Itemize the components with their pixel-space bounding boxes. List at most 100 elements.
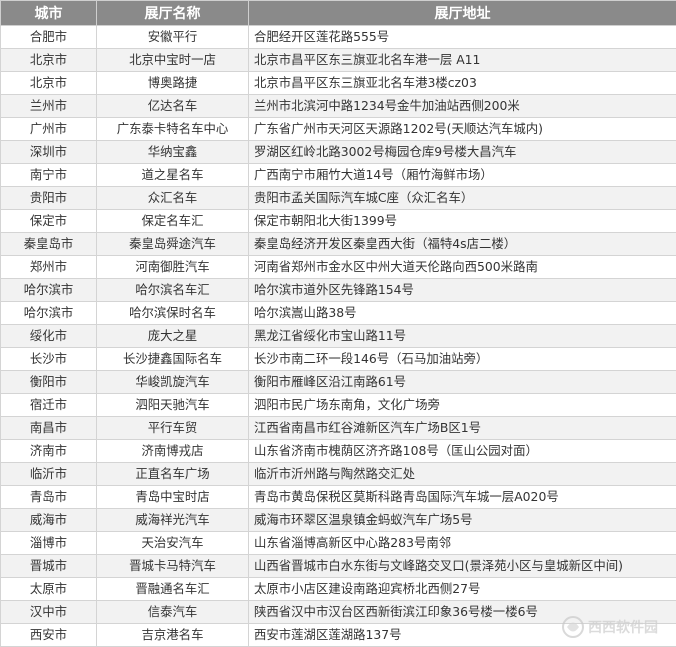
cell-hall-name: 吉京港名车 — [97, 624, 249, 647]
table-row: 贵阳市众汇名车贵阳市孟关国际汽车城C座（众汇名车） — [1, 187, 676, 210]
table-row: 合肥市安徽平行合肥经开区莲花路555号 — [1, 26, 676, 49]
cell-hall-address: 威海市环翠区温泉镇金蚂蚁汽车广场5号 — [249, 509, 676, 532]
table-body: 合肥市安徽平行合肥经开区莲花路555号北京市北京中宝时一店北京市昌平区东三旗亚北… — [1, 26, 676, 647]
cell-hall-name: 华纳宝鑫 — [97, 141, 249, 164]
cell-hall-address: 秦皇岛经济开发区秦皇西大街（福特4s店二楼） — [249, 233, 676, 256]
cell-hall-address: 保定市朝阳北大街1399号 — [249, 210, 676, 233]
showroom-table: 城市 展厅名称 展厅地址 合肥市安徽平行合肥经开区莲花路555号北京市北京中宝时… — [0, 0, 676, 647]
table-row: 长沙市长沙捷鑫国际名车长沙市南二环一段146号（石马加油站旁） — [1, 348, 676, 371]
cell-hall-name: 众汇名车 — [97, 187, 249, 210]
cell-hall-address: 长沙市南二环一段146号（石马加油站旁） — [249, 348, 676, 371]
cell-hall-name: 天治安汽车 — [97, 532, 249, 555]
cell-hall-address: 泗阳市民广场东南角，文化广场旁 — [249, 394, 676, 417]
cell-hall-address: 陕西省汉中市汉台区西新街滨江印象36号楼一楼6号 — [249, 601, 676, 624]
table-row: 北京市北京中宝时一店北京市昌平区东三旗亚北名车港一层 A11 — [1, 49, 676, 72]
cell-city: 兰州市 — [1, 95, 97, 118]
table-row: 宿迁市泗阳天驰汽车泗阳市民广场东南角，文化广场旁 — [1, 394, 676, 417]
cell-hall-address: 北京市昌平区东三旗亚北名车港一层 A11 — [249, 49, 676, 72]
table-header-row: 城市 展厅名称 展厅地址 — [1, 1, 676, 26]
cell-city: 南宁市 — [1, 164, 97, 187]
cell-hall-name: 长沙捷鑫国际名车 — [97, 348, 249, 371]
table-row: 深圳市华纳宝鑫罗湖区红岭北路3002号梅园仓库9号楼大昌汽车 — [1, 141, 676, 164]
cell-hall-address: 哈尔滨嵩山路38号 — [249, 302, 676, 325]
cell-city: 宿迁市 — [1, 394, 97, 417]
table-row: 济南市济南博戎店山东省济南市槐荫区济齐路108号（匡山公园对面） — [1, 440, 676, 463]
cell-city: 太原市 — [1, 578, 97, 601]
cell-city: 临沂市 — [1, 463, 97, 486]
table-row: 威海市威海祥光汽车威海市环翠区温泉镇金蚂蚁汽车广场5号 — [1, 509, 676, 532]
cell-hall-name: 亿达名车 — [97, 95, 249, 118]
table-row: 保定市保定名车汇保定市朝阳北大街1399号 — [1, 210, 676, 233]
cell-hall-address: 广西南宁市厢竹大道14号（厢竹海鲜市场） — [249, 164, 676, 187]
cell-city: 北京市 — [1, 72, 97, 95]
cell-hall-name: 安徽平行 — [97, 26, 249, 49]
header-city: 城市 — [1, 1, 97, 26]
cell-city: 广州市 — [1, 118, 97, 141]
cell-hall-address: 哈尔滨市道外区先锋路154号 — [249, 279, 676, 302]
cell-hall-address: 广东省广州市天河区天源路1202号(天顺达汽车城内) — [249, 118, 676, 141]
cell-city: 青岛市 — [1, 486, 97, 509]
cell-city: 长沙市 — [1, 348, 97, 371]
cell-hall-address: 山西省晋城市白水东街与文峰路交叉口(景泽苑小区与皇城新区中间) — [249, 555, 676, 578]
table-row: 汉中市信泰汽车陕西省汉中市汉台区西新街滨江印象36号楼一楼6号 — [1, 601, 676, 624]
cell-hall-name: 秦皇岛舜途汽车 — [97, 233, 249, 256]
table-row: 兰州市亿达名车兰州市北滨河中路1234号金牛加油站西侧200米 — [1, 95, 676, 118]
cell-hall-name: 青岛中宝时店 — [97, 486, 249, 509]
cell-hall-name: 晋城卡马特汽车 — [97, 555, 249, 578]
cell-city: 哈尔滨市 — [1, 279, 97, 302]
cell-hall-address: 西安市莲湖区莲湖路137号 — [249, 624, 676, 647]
cell-hall-address: 衡阳市雁峰区沿江南路61号 — [249, 371, 676, 394]
cell-hall-name: 信泰汽车 — [97, 601, 249, 624]
header-hall-address: 展厅地址 — [249, 1, 676, 26]
table-row: 广州市广东泰卡特名车中心广东省广州市天河区天源路1202号(天顺达汽车城内) — [1, 118, 676, 141]
cell-city: 威海市 — [1, 509, 97, 532]
cell-city: 合肥市 — [1, 26, 97, 49]
cell-city: 汉中市 — [1, 601, 97, 624]
cell-hall-address: 青岛市黄岛保税区莫斯科路青岛国际汽车城一层A020号 — [249, 486, 676, 509]
header-hall-name: 展厅名称 — [97, 1, 249, 26]
cell-hall-name: 哈尔滨名车汇 — [97, 279, 249, 302]
cell-city: 郑州市 — [1, 256, 97, 279]
cell-hall-address: 合肥经开区莲花路555号 — [249, 26, 676, 49]
cell-city: 淄博市 — [1, 532, 97, 555]
cell-city: 深圳市 — [1, 141, 97, 164]
table-row: 西安市吉京港名车西安市莲湖区莲湖路137号 — [1, 624, 676, 647]
cell-hall-name: 威海祥光汽车 — [97, 509, 249, 532]
table-row: 哈尔滨市哈尔滨保时名车哈尔滨嵩山路38号 — [1, 302, 676, 325]
cell-city: 衡阳市 — [1, 371, 97, 394]
table-row: 青岛市青岛中宝时店青岛市黄岛保税区莫斯科路青岛国际汽车城一层A020号 — [1, 486, 676, 509]
cell-city: 晋城市 — [1, 555, 97, 578]
cell-hall-name: 北京中宝时一店 — [97, 49, 249, 72]
cell-city: 绥化市 — [1, 325, 97, 348]
cell-hall-address: 太原市小店区建设南路迎宾桥北西侧27号 — [249, 578, 676, 601]
table-row: 南昌市平行车贸江西省南昌市红谷滩新区汽车广场B区1号 — [1, 417, 676, 440]
cell-hall-name: 泗阳天驰汽车 — [97, 394, 249, 417]
cell-hall-name: 华峻凯旋汽车 — [97, 371, 249, 394]
cell-hall-address: 临沂市沂州路与陶然路交汇处 — [249, 463, 676, 486]
cell-city: 北京市 — [1, 49, 97, 72]
cell-city: 西安市 — [1, 624, 97, 647]
cell-city: 秦皇岛市 — [1, 233, 97, 256]
cell-hall-address: 黑龙江省绥化市宝山路11号 — [249, 325, 676, 348]
table-row: 绥化市庞大之星黑龙江省绥化市宝山路11号 — [1, 325, 676, 348]
cell-hall-address: 罗湖区红岭北路3002号梅园仓库9号楼大昌汽车 — [249, 141, 676, 164]
cell-hall-name: 保定名车汇 — [97, 210, 249, 233]
cell-city: 济南市 — [1, 440, 97, 463]
cell-hall-name: 庞大之星 — [97, 325, 249, 348]
cell-hall-name: 济南博戎店 — [97, 440, 249, 463]
table-row: 北京市博奥路捷北京市昌平区东三旗亚北名车港3楼cz03 — [1, 72, 676, 95]
table-row: 衡阳市华峻凯旋汽车衡阳市雁峰区沿江南路61号 — [1, 371, 676, 394]
table-row: 郑州市河南御胜汽车河南省郑州市金水区中州大道天伦路向西500米路南 — [1, 256, 676, 279]
cell-city: 哈尔滨市 — [1, 302, 97, 325]
table-row: 秦皇岛市秦皇岛舜途汽车秦皇岛经济开发区秦皇西大街（福特4s店二楼） — [1, 233, 676, 256]
cell-hall-name: 道之星名车 — [97, 164, 249, 187]
cell-city: 贵阳市 — [1, 187, 97, 210]
cell-city: 保定市 — [1, 210, 97, 233]
table-row: 淄博市天治安汽车山东省淄博高新区中心路283号南邻 — [1, 532, 676, 555]
cell-hall-name: 平行车贸 — [97, 417, 249, 440]
table-row: 太原市晋融通名车汇太原市小店区建设南路迎宾桥北西侧27号 — [1, 578, 676, 601]
cell-hall-address: 北京市昌平区东三旗亚北名车港3楼cz03 — [249, 72, 676, 95]
cell-hall-name: 河南御胜汽车 — [97, 256, 249, 279]
cell-hall-address: 山东省淄博高新区中心路283号南邻 — [249, 532, 676, 555]
cell-hall-name: 哈尔滨保时名车 — [97, 302, 249, 325]
